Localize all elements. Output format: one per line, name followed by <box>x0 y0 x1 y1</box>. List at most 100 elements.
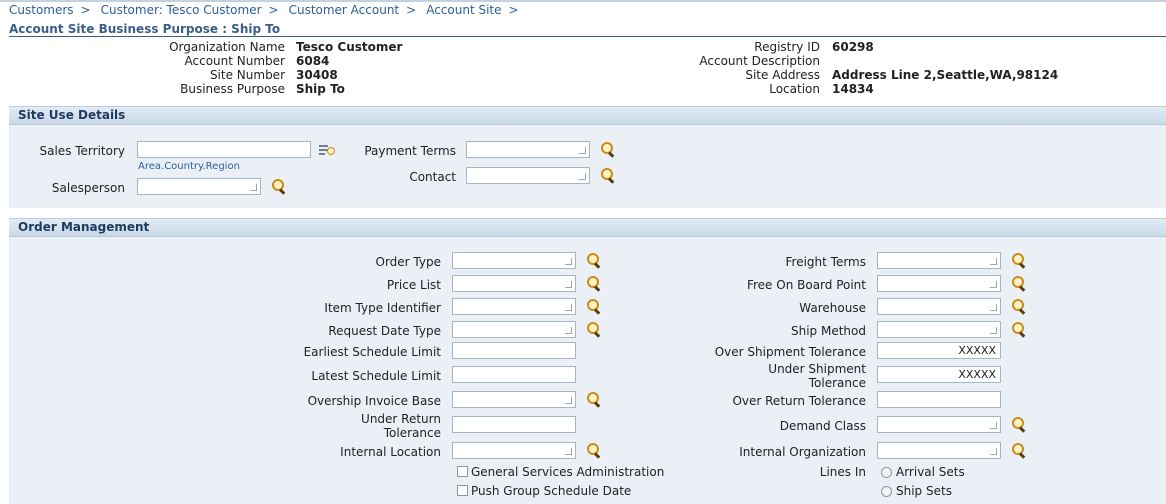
arrival-sets-radio[interactable] <box>881 467 892 478</box>
freight-terms-input[interactable] <box>877 252 1001 269</box>
earliest-schedule-limit-input[interactable] <box>452 342 576 359</box>
breadcrumb-separator: > <box>508 3 519 17</box>
over-shipment-tolerance-label: Over Shipment Tolerance <box>714 345 866 359</box>
site-number-value: 30408 <box>296 68 338 82</box>
site-use-header: Site Use Details <box>9 107 1166 125</box>
price-list-input[interactable] <box>452 275 576 292</box>
order-type-input[interactable] <box>452 252 576 269</box>
account-description-label: Account Description <box>699 54 820 68</box>
warehouse-search-icon[interactable] <box>1011 298 1027 315</box>
breadcrumb-separator: > <box>80 3 91 17</box>
breadcrumb-customer-account[interactable]: Customer Account <box>289 3 400 17</box>
gsa-checkbox[interactable] <box>457 466 468 477</box>
sales-territory-label: Sales Territory <box>39 144 126 158</box>
over-shipment-tolerance-value: XXXXX <box>958 344 996 357</box>
ship-method-input[interactable] <box>877 321 1001 338</box>
contact-label: Contact <box>409 170 456 184</box>
site-address-label: Site Address <box>745 68 820 82</box>
breadcrumb-separator: > <box>406 3 417 17</box>
contact-input[interactable] <box>466 167 590 184</box>
warehouse-label: Warehouse <box>799 301 866 315</box>
business-purpose-label: Business Purpose <box>180 82 285 96</box>
overship-invoice-search-icon[interactable] <box>586 391 602 408</box>
push-group-label: Push Group Schedule Date <box>471 484 632 498</box>
under-shipment-tolerance-value: XXXXX <box>958 368 996 381</box>
site-number-label: Site Number <box>209 68 285 82</box>
order-management-header: Order Management <box>9 219 1166 237</box>
over-shipment-tolerance-input[interactable]: XXXXX <box>877 342 1001 359</box>
fob-label: Free On Board Point <box>746 278 866 292</box>
salesperson-input[interactable] <box>137 178 261 195</box>
salesperson-label: Salesperson <box>51 181 125 195</box>
registry-id-label: Registry ID <box>754 40 820 54</box>
location-label: Location <box>769 82 820 96</box>
over-return-tolerance-input[interactable] <box>877 391 1001 408</box>
price-list-search-icon[interactable] <box>586 275 602 292</box>
fob-input[interactable] <box>877 275 1001 292</box>
item-type-input[interactable] <box>452 298 576 315</box>
ship-method-search-icon[interactable] <box>1011 321 1027 338</box>
overship-invoice-base-label: Overship Invoice Base <box>307 394 441 408</box>
breadcrumb-account-site[interactable]: Account Site <box>426 3 501 17</box>
demand-class-label: Demand Class <box>779 419 866 433</box>
breadcrumb: Customers > Customer: Tesco Customer > Custo… <box>9 2 529 18</box>
under-shipment-tolerance-label-2: Tolerance <box>808 376 866 390</box>
item-type-search-icon[interactable] <box>586 298 602 315</box>
over-return-tolerance-label: Over Return Tolerance <box>732 394 866 408</box>
payment-terms-input[interactable] <box>466 141 590 158</box>
breadcrumb-customers[interactable]: Customers <box>9 3 74 17</box>
account-number-label: Account Number <box>184 54 285 68</box>
site-address-value: Address Line 2,Seattle,WA,98124 <box>832 68 1059 82</box>
territory-hint: Area.Country.Region <box>138 161 240 172</box>
request-date-type-input[interactable] <box>452 321 576 338</box>
org-name-label: Organization Name <box>169 40 285 54</box>
under-return-tolerance-input[interactable] <box>452 416 576 433</box>
internal-organization-input[interactable] <box>877 442 1001 459</box>
internal-organization-search-icon[interactable] <box>1011 442 1027 459</box>
payment-terms-label: Payment Terms <box>364 144 456 158</box>
gsa-label: General Services Administration <box>471 465 665 479</box>
location-value: 14834 <box>832 82 874 96</box>
under-shipment-tolerance-input[interactable]: XXXXX <box>877 366 1001 383</box>
under-shipment-tolerance-label-1: Under Shipment <box>768 362 866 376</box>
internal-location-input[interactable] <box>452 442 576 459</box>
push-group-checkbox[interactable] <box>457 485 468 496</box>
page-title: Account Site Business Purpose : Ship To <box>9 22 281 36</box>
internal-organization-label: Internal Organization <box>739 445 866 459</box>
search-flashlight-icon[interactable] <box>318 143 336 157</box>
fob-search-icon[interactable] <box>1011 275 1027 292</box>
order-type-label: Order Type <box>375 255 441 269</box>
request-date-type-search-icon[interactable] <box>586 321 602 338</box>
sales-territory-input[interactable] <box>137 141 311 158</box>
ship-sets-label: Ship Sets <box>896 484 952 498</box>
freight-terms-search-icon[interactable] <box>1011 252 1027 269</box>
under-return-tolerance-label-1: Under Return <box>361 412 441 426</box>
org-name-value: Tesco Customer <box>296 40 403 54</box>
latest-schedule-limit-label: Latest Schedule Limit <box>311 369 441 383</box>
price-list-label: Price List <box>386 278 441 292</box>
item-type-label: Item Type Identifier <box>324 301 441 315</box>
salesperson-search-icon[interactable] <box>271 178 287 195</box>
demand-class-search-icon[interactable] <box>1011 416 1027 433</box>
warehouse-input[interactable] <box>877 298 1001 315</box>
freight-terms-label: Freight Terms <box>785 255 867 269</box>
order-type-search-icon[interactable] <box>586 252 602 269</box>
internal-location-label: Internal Location <box>340 445 441 459</box>
business-purpose-value: Ship To <box>296 82 345 96</box>
account-number-value: 6084 <box>296 54 330 68</box>
earliest-schedule-limit-label: Earliest Schedule Limit <box>303 345 441 359</box>
under-return-tolerance-label-2: Tolerance <box>383 426 441 440</box>
contact-search-icon[interactable] <box>600 167 616 184</box>
ship-sets-radio[interactable] <box>881 486 892 497</box>
internal-location-search-icon[interactable] <box>586 442 602 459</box>
breadcrumb-customer[interactable]: Customer: Tesco Customer <box>101 3 262 17</box>
lines-in-label: Lines In <box>819 465 866 479</box>
latest-schedule-limit-input[interactable] <box>452 366 576 383</box>
breadcrumb-separator: > <box>268 3 279 17</box>
payment-terms-search-icon[interactable] <box>600 141 616 158</box>
arrival-sets-label: Arrival Sets <box>896 465 965 479</box>
registry-id-value: 60298 <box>832 40 874 54</box>
overship-invoice-base-input[interactable] <box>452 391 576 408</box>
demand-class-input[interactable] <box>877 416 1001 433</box>
ship-method-label: Ship Method <box>791 324 866 338</box>
